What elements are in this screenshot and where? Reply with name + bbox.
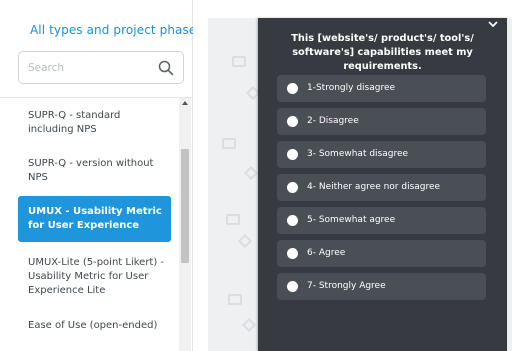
answer-option-5[interactable]: 5- Somewhat agree (277, 207, 486, 234)
template-list: SUPR-Q - standard including NPS SUPR-Q -… (0, 98, 178, 351)
radio-button[interactable] (287, 248, 298, 259)
answer-option-label: 7- Strongly Agree (307, 281, 386, 291)
placeholder-icon (232, 56, 246, 67)
placeholder-icon (228, 294, 242, 305)
radio-button[interactable] (287, 149, 298, 160)
radio-button[interactable] (287, 182, 298, 193)
answer-option-6[interactable]: 6- Agree (277, 240, 486, 267)
radio-button[interactable] (287, 116, 298, 127)
question-preview-panel: This [website's/ product's/ tool's/ soft… (258, 18, 507, 351)
list-item-supr-q-no-nps[interactable]: SUPR-Q - version without NPS (18, 157, 171, 185)
template-sidebar: All types and project phases SUPR-Q - st… (0, 0, 222, 351)
list-item-umux-lite[interactable]: UMUX-Lite (5-point Likert) - Usability M… (18, 256, 171, 298)
answer-option-4[interactable]: 4- Neither agree nor disagree (277, 174, 486, 201)
radio-button[interactable] (287, 215, 298, 226)
scroll-up-arrow-icon[interactable] (182, 101, 188, 105)
list-item-label: UMUX - Usability Metric for User Experie… (28, 206, 162, 231)
radio-button[interactable] (287, 281, 298, 292)
answer-option-label: 3- Somewhat disagree (307, 149, 409, 159)
chevron-down-icon[interactable] (487, 20, 499, 28)
list-item-label: UMUX-Lite (5-point Likert) - Usability M… (28, 257, 165, 296)
answer-option-label: 6- Agree (307, 248, 346, 258)
answer-option-3[interactable]: 3- Somewhat disagree (277, 141, 486, 168)
answer-option-label: 5- Somewhat agree (307, 215, 396, 225)
answer-option-label: 4- Neither agree nor disagree (307, 182, 441, 192)
answer-option-2[interactable]: 2- Disagree (277, 108, 486, 135)
scrollbar-thumb[interactable] (181, 149, 189, 263)
placeholder-icon (241, 317, 257, 333)
search-icon[interactable] (158, 60, 174, 76)
search-box (18, 51, 184, 84)
list-item-umux[interactable]: UMUX - Usability Metric for User Experie… (18, 196, 171, 242)
list-item-label: Ease of Use (open-ended) (28, 320, 158, 331)
list-item-supr-q-nps[interactable]: SUPR-Q - standard including NPS (18, 109, 171, 137)
placeholder-icon (222, 138, 236, 149)
list-item-label: SUPR-Q - standard including NPS (28, 110, 121, 135)
placeholder-icon (237, 233, 253, 249)
placeholder-icon (226, 214, 240, 225)
answer-option-7[interactable]: 7- Strongly Agree (277, 273, 486, 300)
list-item-label: SUPR-Q - version without NPS (28, 158, 154, 183)
answer-option-label: 1-Strongly disagree (307, 83, 396, 93)
search-input[interactable] (28, 59, 152, 77)
answer-option-label: 2- Disagree (307, 116, 359, 126)
answer-option-1[interactable]: 1-Strongly disagree (277, 75, 486, 102)
question-text: This [website's/ product's/ tool's/ soft… (291, 33, 474, 72)
phase-filter-label: All types and project phases (30, 23, 203, 37)
radio-button[interactable] (287, 83, 298, 94)
placeholder-icon (243, 165, 259, 181)
list-item-ease-of-use[interactable]: Ease of Use (open-ended) (18, 319, 171, 333)
